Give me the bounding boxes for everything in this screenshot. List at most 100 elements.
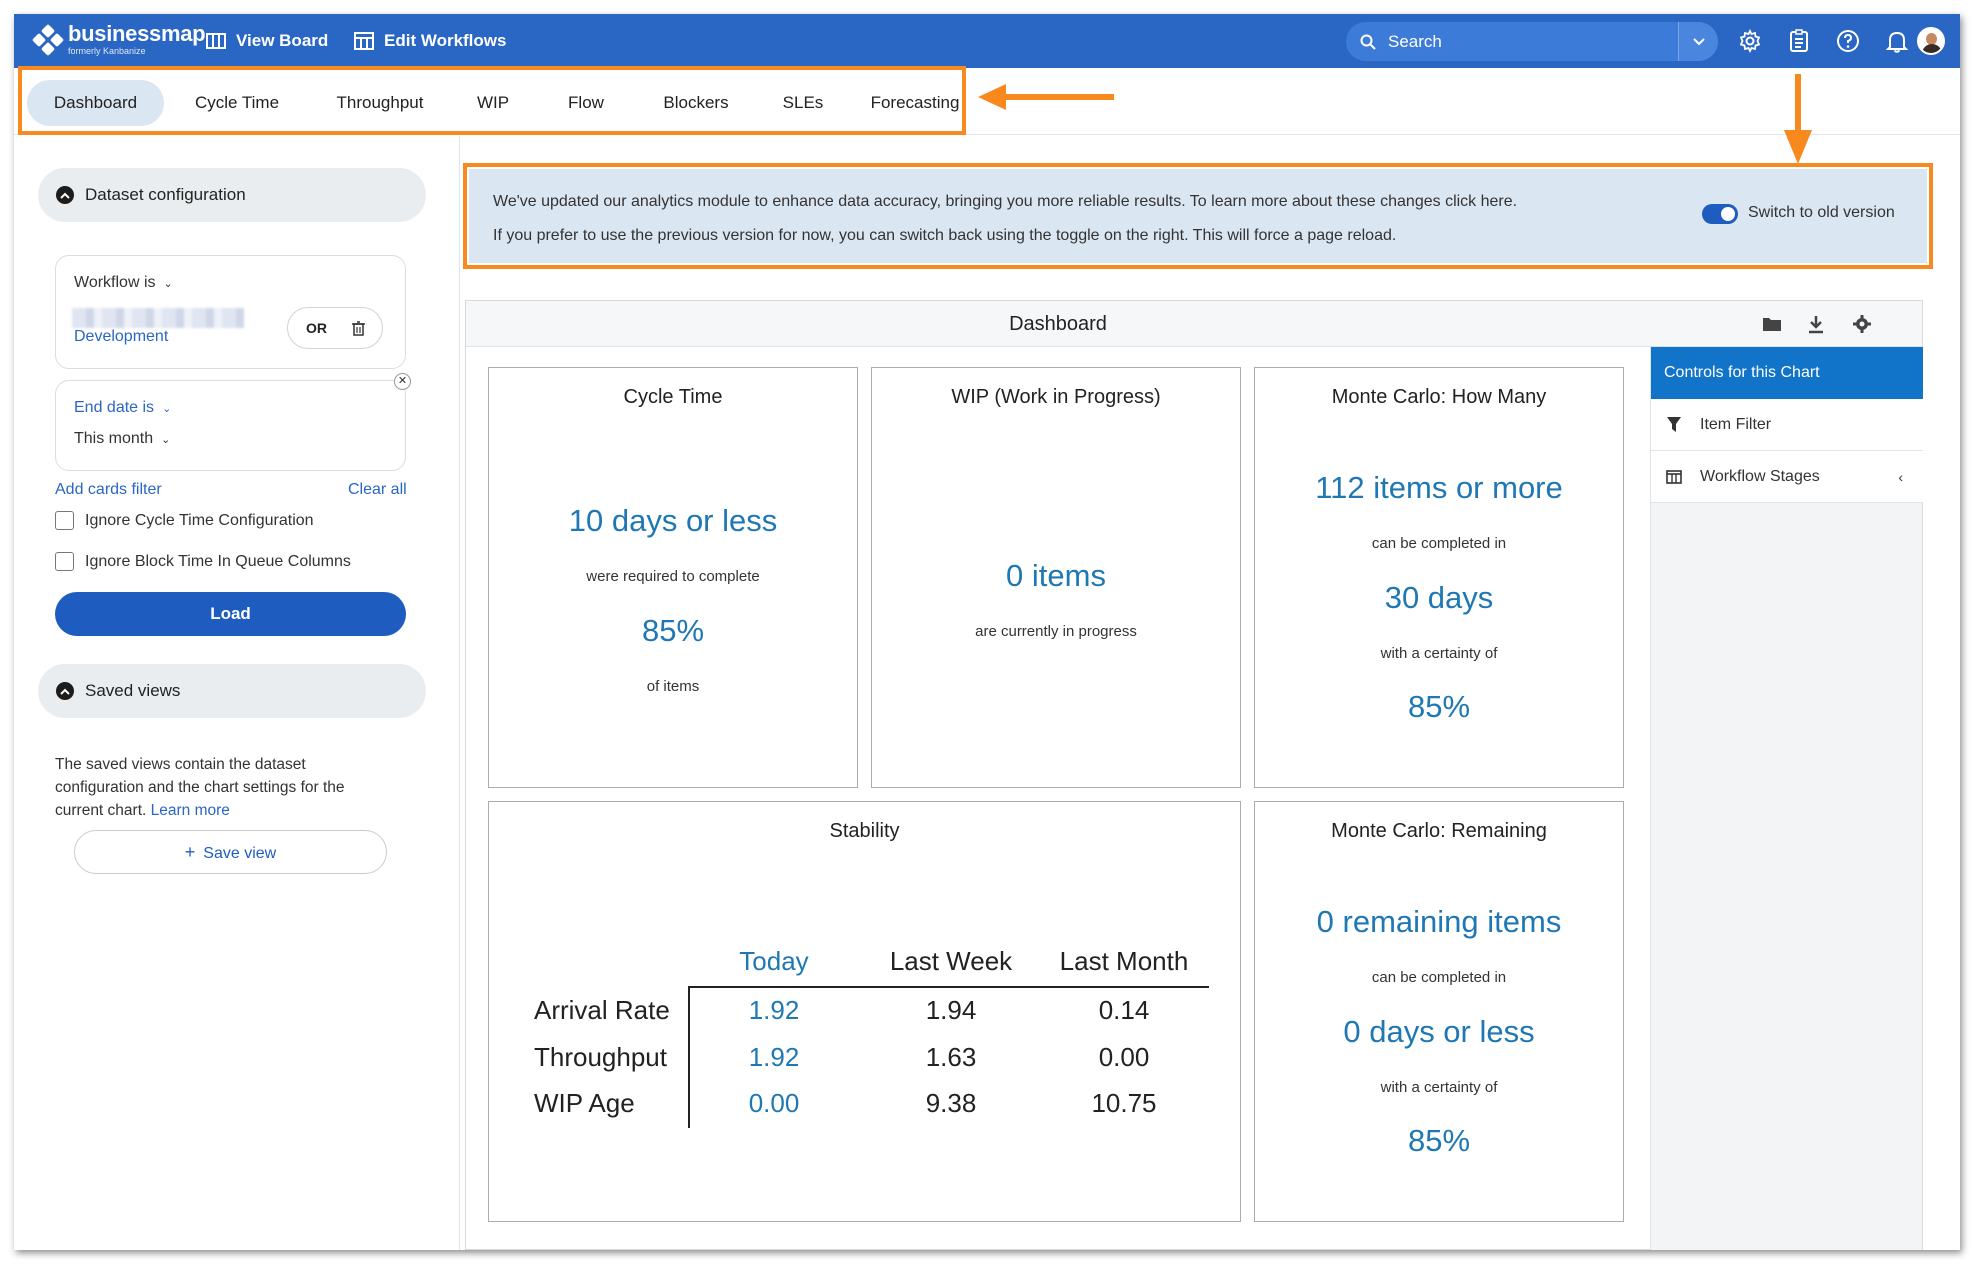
ignore-cycle-time-checkbox[interactable]: Ignore Cycle Time Configuration	[55, 511, 314, 530]
row-wip-age-label: WIP Age	[534, 1088, 635, 1118]
saved-views-title: Saved views	[85, 681, 181, 700]
stability-title: Stability	[829, 820, 900, 842]
workflow-icon	[354, 32, 374, 50]
checkbox-box[interactable]	[55, 511, 74, 530]
checkbox-box[interactable]	[55, 552, 74, 571]
plus-icon: +	[184, 842, 196, 862]
workflow-condition-dropdown[interactable]: Workflow is ⌄	[74, 274, 173, 292]
search-input[interactable]: Search	[1346, 22, 1718, 61]
mc-remaining-percent: 85%	[1407, 1123, 1471, 1158]
mc-remaining-tile: Monte Carlo: Remaining 0 remaining items…	[1254, 801, 1624, 1222]
mc-remaining-text2: with a certainty of	[1380, 1079, 1498, 1096]
ignore-cycle-time-label: Ignore Cycle Time Configuration	[85, 511, 314, 529]
load-button[interactable]: Load	[55, 592, 406, 636]
dashboard-panel: Dashboard Controls for this Chart Item F…	[465, 300, 1923, 1250]
add-cards-filter-link[interactable]: Add cards filter	[55, 481, 162, 499]
wip-text: are currently in progress	[975, 623, 1137, 640]
collapse-up-icon	[56, 186, 74, 204]
search-placeholder: Search	[1388, 31, 1442, 51]
search-scope-dropdown[interactable]	[1678, 22, 1718, 61]
col-last-week: Last Week	[889, 946, 1013, 976]
end-date-condition-dropdown[interactable]: End date is ⌄	[74, 399, 171, 417]
folder-icon[interactable]	[1762, 314, 1782, 334]
wip-value: 0 items	[1006, 558, 1106, 593]
board-icon	[206, 33, 226, 49]
workflow-stages-control[interactable]: Workflow Stages ‹	[1651, 451, 1923, 503]
nav-view-board-label: View Board	[236, 31, 329, 50]
mc-how-many-text2: with a certainty of	[1380, 645, 1498, 662]
ignore-block-time-checkbox[interactable]: Ignore Block Time In Queue Columns	[55, 552, 351, 571]
chevron-left-icon[interactable]: ‹	[1898, 469, 1903, 485]
dataset-config-header[interactable]: Dataset configuration	[38, 168, 426, 222]
left-sidebar: Dataset configuration Workflow is ⌄ Deve…	[14, 136, 460, 1250]
end-date-label: End date is	[74, 399, 155, 416]
download-icon[interactable]	[1806, 314, 1826, 334]
mc-remaining-title: Monte Carlo: Remaining	[1331, 820, 1547, 842]
mc-how-many-value: 112 items or more	[1315, 470, 1563, 505]
chevron-down-icon	[1692, 37, 1705, 45]
brand-subtitle: formerly Kanbanize	[68, 46, 146, 56]
throughput-today: 1.92	[748, 1042, 800, 1072]
controls-title: Controls for this Chart	[1651, 347, 1923, 399]
trash-icon[interactable]	[352, 320, 365, 336]
learn-more-link[interactable]: Learn more	[151, 802, 230, 819]
cycle-time-percent: 85%	[641, 613, 705, 648]
bell-icon[interactable]	[1884, 28, 1910, 54]
search-icon	[1360, 34, 1376, 50]
arrival-rate-last-month: 0.14	[1098, 995, 1150, 1025]
workflow-value-link[interactable]: Development	[74, 328, 168, 346]
save-view-button[interactable]: + Save view	[74, 830, 387, 874]
wip-title: WIP (Work in Progress)	[951, 386, 1161, 408]
col-last-month: Last Month	[1059, 946, 1189, 976]
notes-icon[interactable]	[1786, 28, 1812, 54]
clear-all-link[interactable]: Clear all	[348, 481, 407, 499]
top-bar: businessmap formerly Kanbanize View Boar…	[14, 14, 1960, 68]
cycle-time-text1: were required to complete	[586, 568, 760, 585]
or-label: OR	[306, 320, 327, 336]
chevron-down-icon: ⌄	[162, 402, 172, 415]
dashboard-title: Dashboard	[1009, 313, 1107, 335]
item-filter-control[interactable]: Item Filter	[1651, 399, 1923, 451]
saved-views-header[interactable]: Saved views	[38, 664, 426, 718]
highlight-box-banner	[463, 163, 1933, 269]
arrival-rate-today: 1.92	[748, 995, 800, 1025]
remove-filter-close-icon[interactable]: ✕	[394, 373, 411, 390]
wip-age-today: 0.00	[748, 1088, 800, 1118]
highlight-box-tabs	[18, 66, 966, 135]
end-date-value-dropdown[interactable]: This month ⌄	[74, 430, 170, 448]
dataset-config-title: Dataset configuration	[85, 185, 246, 204]
cycle-time-tile: Cycle Time 10 days or less were required…	[488, 367, 858, 788]
user-avatar[interactable]	[1917, 27, 1945, 55]
stability-tile: Stability Today Last Week Last Month Arr…	[488, 801, 1241, 1222]
brand-name: businessmap	[68, 21, 206, 46]
throughput-last-week: 1.63	[925, 1042, 977, 1072]
help-icon[interactable]	[1835, 28, 1861, 54]
app-window: businessmap formerly Kanbanize View Boar…	[14, 14, 1960, 1250]
row-arrival-rate-label: Arrival Rate	[534, 995, 670, 1025]
cycle-time-text2: of items	[646, 678, 700, 695]
brand-logo[interactable]: businessmap formerly Kanbanize	[31, 21, 206, 56]
workflow-label: Workflow is	[74, 274, 156, 291]
arrow-left-icon	[978, 84, 1114, 110]
wip-tile: WIP (Work in Progress) 0 items are curre…	[871, 367, 1241, 788]
row-throughput-label: Throughput	[534, 1042, 667, 1072]
ignore-block-time-label: Ignore Block Time In Queue Columns	[85, 552, 351, 570]
wip-age-last-week: 9.38	[925, 1088, 977, 1118]
gear-icon[interactable]	[1852, 314, 1872, 334]
nav-edit-workflows-label: Edit Workflows	[384, 31, 507, 50]
nav-view-board[interactable]: View Board	[206, 14, 328, 68]
nav-edit-workflows[interactable]: Edit Workflows	[354, 14, 506, 68]
or-button[interactable]: OR	[287, 307, 383, 349]
cycle-time-value: 10 days or less	[568, 503, 778, 538]
col-today: Today	[739, 946, 809, 976]
end-date-filter-card: End date is ⌄ This month ⌄	[55, 380, 406, 471]
stability-label-rule	[688, 986, 690, 1128]
filter-icon	[1664, 416, 1684, 433]
settings-gear-icon[interactable]	[1737, 28, 1763, 54]
chart-controls-panel: Controls for this Chart Item Filter Work…	[1650, 347, 1923, 1250]
cycle-time-title: Cycle Time	[623, 386, 723, 408]
throughput-last-month: 0.00	[1098, 1042, 1150, 1072]
mc-how-many-text1: can be completed in	[1371, 535, 1507, 552]
workflow-stages-label: Workflow Stages	[1700, 467, 1820, 485]
wip-age-last-month: 10.75	[1091, 1088, 1157, 1118]
